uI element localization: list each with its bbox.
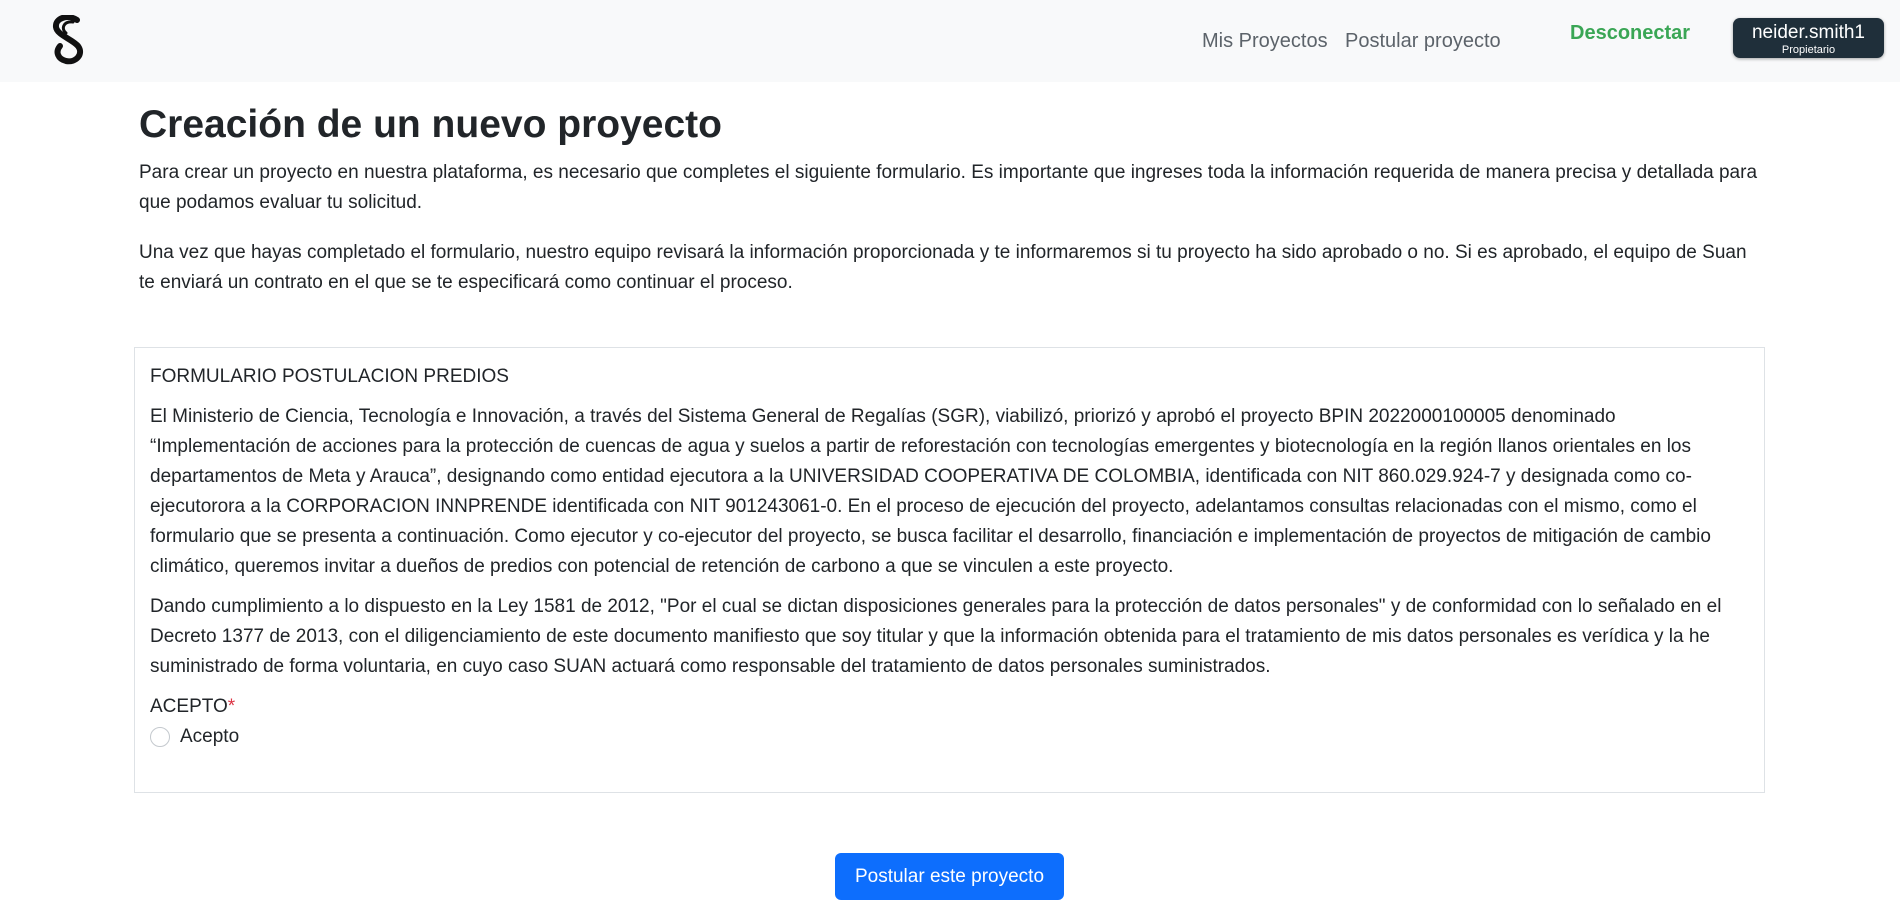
application-form-card: FORMULARIO POSTULACION PREDIOS El Minist… <box>134 347 1765 793</box>
required-asterisk: * <box>227 696 236 717</box>
accept-field-label: ACEPTO* <box>150 692 1750 722</box>
form-content: FORMULARIO POSTULACION PREDIOS El Minist… <box>150 362 1750 752</box>
user-role: Propietario <box>1781 44 1836 56</box>
nav-my-projects-link[interactable]: Mis Proyectos <box>1202 30 1328 53</box>
data-privacy-notice: Dando cumplimiento a lo dispuesto en la … <box>150 596 1722 677</box>
page-title: Creación de un nuevo proyecto <box>139 103 722 146</box>
logout-link[interactable]: Desconectar <box>1570 22 1690 45</box>
intro-paragraph-1: Para crear un proyecto en nuestra plataf… <box>139 162 1758 213</box>
submit-project-button[interactable]: Postular este proyecto <box>835 853 1064 900</box>
user-menu-button[interactable]: neider.smith1 Propietario <box>1733 18 1884 58</box>
accept-radio-option[interactable]: Acepto <box>150 722 1750 752</box>
user-name: neider.smith1 <box>1751 22 1865 43</box>
accept-radio-label[interactable]: Acepto <box>180 726 239 748</box>
accept-label-text: ACEPTO <box>150 696 228 717</box>
top-navbar: Mis Proyectos Postular proyecto Desconec… <box>0 0 1900 82</box>
nav-apply-project-link[interactable]: Postular proyecto <box>1345 30 1501 53</box>
intro-paragraph-2: Una vez que hayas completado el formular… <box>139 242 1747 293</box>
form-description: El Ministerio de Ciencia, Tecnología e I… <box>150 406 1711 577</box>
suan-s-logo-icon[interactable] <box>50 15 86 65</box>
form-title: FORMULARIO POSTULACION PREDIOS <box>150 366 509 387</box>
accept-radio-button[interactable] <box>150 727 170 747</box>
